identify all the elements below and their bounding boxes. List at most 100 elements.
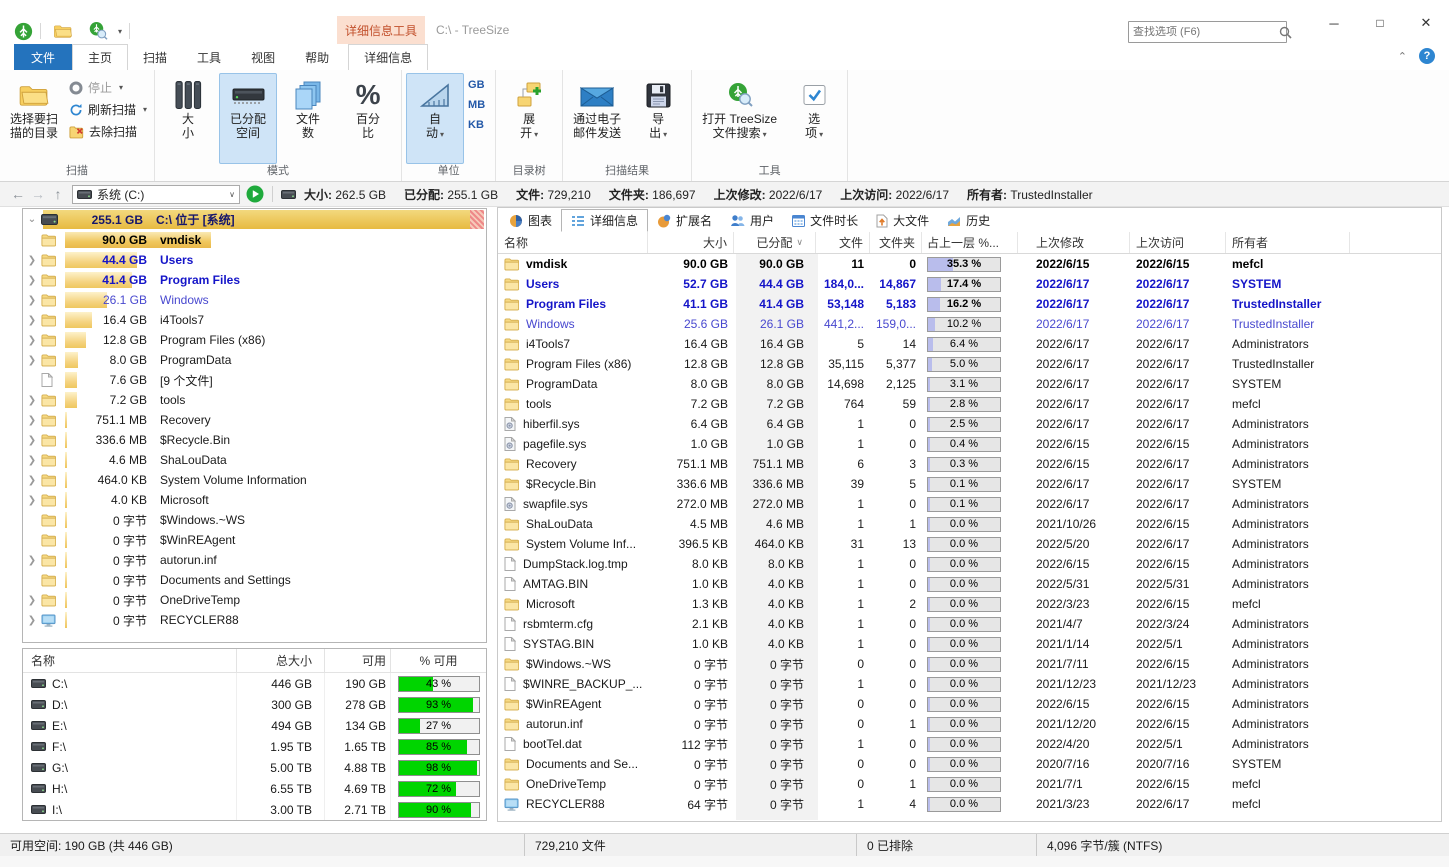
tree-item[interactable]: ❯7.2 GBtools <box>23 390 486 410</box>
ribbon-button-unit-mb[interactable]: MB <box>468 96 485 114</box>
table-row[interactable]: swapfile.sys272.0 MB272.0 MB100.1 %2022/… <box>498 494 1441 514</box>
table-row[interactable]: ProgramData8.0 GB8.0 GB14,6982,1253.1 %2… <box>498 374 1441 394</box>
ribbon-button-file-count-mode[interactable]: 文件数 <box>279 73 337 164</box>
drive-row[interactable]: G:\5.00 TB4.88 TB98 % <box>23 757 486 778</box>
tab-file[interactable]: 文件 <box>14 44 72 70</box>
details-header-5[interactable]: 占上一层 %... <box>922 232 1018 253</box>
tree-item[interactable]: ❯464.0 KBSystem Volume Information <box>23 470 486 490</box>
chevron-down-icon[interactable]: ▾ <box>118 27 122 36</box>
tab-details[interactable]: 详细信息 <box>348 44 428 70</box>
tree-item[interactable]: 90.0 GBvmdisk <box>23 230 486 250</box>
forward-icon[interactable]: → <box>28 186 48 202</box>
tree-item[interactable]: ❯44.4 GBUsers <box>23 250 486 270</box>
drive-row[interactable]: F:\1.95 TB1.65 TB85 % <box>23 736 486 757</box>
expander-icon[interactable]: ❯ <box>23 355 41 366</box>
expander-icon[interactable]: ❯ <box>23 555 41 566</box>
table-row[interactable]: Users52.7 GB44.4 GB184,0...14,86717.4 %2… <box>498 274 1441 294</box>
expander-icon[interactable]: ❯ <box>23 315 41 326</box>
expander-icon[interactable]: ❯ <box>23 395 41 406</box>
details-tab-top-files[interactable]: 大文件 <box>867 209 938 232</box>
tree-item[interactable]: ❯8.0 GBProgramData <box>23 350 486 370</box>
details-header-8[interactable]: 所有者 <box>1226 232 1350 253</box>
drives-header-name[interactable]: 名称 <box>23 652 236 669</box>
expander-icon[interactable]: ❯ <box>23 455 41 466</box>
table-row[interactable]: Windows25.6 GB26.1 GB441,2...159,0...10.… <box>498 314 1441 334</box>
table-row[interactable]: bootTel.dat112 字节0 字节100.0 %2022/4/20202… <box>498 734 1441 754</box>
table-row[interactable]: rsbmterm.cfg2.1 KB4.0 KB100.0 %2021/4/72… <box>498 614 1441 634</box>
back-icon[interactable]: ← <box>8 186 28 202</box>
minimize-button[interactable]: ─ <box>1311 8 1357 38</box>
up-icon[interactable]: ↑ <box>48 186 68 202</box>
expander-icon[interactable]: ❯ <box>23 415 41 426</box>
expander-icon[interactable]: ❯ <box>23 275 41 286</box>
tree-item[interactable]: ❯41.4 GBProgram Files <box>23 270 486 290</box>
table-row[interactable]: autorun.inf0 字节0 字节010.0 %2021/12/202022… <box>498 714 1441 734</box>
tab-help[interactable]: 帮助 <box>290 44 344 70</box>
table-row[interactable]: Documents and Se...0 字节0 字节000.0 %2020/7… <box>498 754 1441 774</box>
drives-header-pct[interactable]: % 可用 <box>390 649 486 672</box>
ribbon-button-auto-unit[interactable]: 自动▾ <box>406 73 464 164</box>
expander-icon[interactable]: ❯ <box>23 495 41 506</box>
tree-item[interactable]: ❯751.1 MBRecovery <box>23 410 486 430</box>
table-row[interactable]: AMTAG.BIN1.0 KB4.0 KB100.0 %2022/5/31202… <box>498 574 1441 594</box>
tree-item[interactable]: ❯26.1 GBWindows <box>23 290 486 310</box>
tree-item[interactable]: ❯12.8 GBProgram Files (x86) <box>23 330 486 350</box>
ribbon-button-percent-mode[interactable]: %百分比 <box>339 73 397 164</box>
drive-row[interactable]: I:\3.00 TB2.71 TB90 % <box>23 799 486 820</box>
table-row[interactable]: $WinREAgent0 字节0 字节000.0 %2022/6/152022/… <box>498 694 1441 714</box>
drives-header-total[interactable]: 总大小 <box>236 649 324 672</box>
table-row[interactable]: DumpStack.log.tmp8.0 KB8.0 KB100.0 %2022… <box>498 554 1441 574</box>
collapse-ribbon-icon[interactable]: ⌃ <box>1398 50 1407 63</box>
details-tab-users[interactable]: 用户 <box>721 209 783 232</box>
tree-item[interactable]: 7.6 GB[9 个文件] <box>23 370 486 390</box>
details-tab-chart[interactable]: 图表 <box>500 209 561 232</box>
table-row[interactable]: hiberfil.sys6.4 GB6.4 GB102.5 %2022/6/17… <box>498 414 1441 434</box>
details-header-3[interactable]: 文件 <box>816 232 870 253</box>
details-header-7[interactable]: 上次访问 <box>1130 232 1226 253</box>
table-row[interactable]: pagefile.sys1.0 GB1.0 GB100.4 %2022/6/15… <box>498 434 1441 454</box>
expander-icon[interactable]: ❯ <box>23 615 41 626</box>
details-tab-details[interactable]: 详细信息 <box>561 209 648 232</box>
ribbon-button-unit-kb[interactable]: KB <box>468 116 485 134</box>
ribbon-button-allocated-mode[interactable]: 已分配空间 <box>219 73 277 164</box>
search-input[interactable] <box>1129 26 1279 38</box>
table-row[interactable]: SYSTAG.BIN1.0 KB4.0 KB100.0 %2021/1/1420… <box>498 634 1441 654</box>
tree-item[interactable]: ❯16.4 GBi4Tools7 <box>23 310 486 330</box>
details-header-6[interactable]: 上次修改 <box>1018 232 1130 253</box>
table-row[interactable]: Program Files (x86)12.8 GB12.8 GB35,1155… <box>498 354 1441 374</box>
table-row[interactable]: Recovery751.1 MB751.1 MB630.3 %2022/6/15… <box>498 454 1441 474</box>
treesize-logo-icon[interactable] <box>14 22 33 41</box>
treesize-search-icon[interactable] <box>88 21 108 41</box>
table-row[interactable]: tools7.2 GB7.2 GB764592.8 %2022/6/172022… <box>498 394 1441 414</box>
ribbon-button-export[interactable]: 导出▾ <box>629 73 687 164</box>
drive-row[interactable]: E:\494 GB134 GB27 % <box>23 715 486 736</box>
table-row[interactable]: RECYCLER8864 字节0 字节140.0 %2021/3/232022/… <box>498 794 1441 814</box>
table-row[interactable]: Program Files41.1 GB41.4 GB53,1485,18316… <box>498 294 1441 314</box>
table-row[interactable]: i4Tools716.4 GB16.4 GB5146.4 %2022/6/172… <box>498 334 1441 354</box>
drive-row[interactable]: D:\300 GB278 GB93 % <box>23 694 486 715</box>
tree-root-row[interactable]: ⌄255.1 GBC:\ 位于 [系统] <box>23 209 486 230</box>
tree-item[interactable]: 0 字节Documents and Settings <box>23 570 486 590</box>
tab-view[interactable]: 视图 <box>236 44 290 70</box>
table-row[interactable]: System Volume Inf...396.5 KB464.0 KB3113… <box>498 534 1441 554</box>
expander-icon[interactable]: ❯ <box>23 435 41 446</box>
table-row[interactable]: $Windows.~WS0 字节0 字节000.0 %2021/7/112022… <box>498 654 1441 674</box>
ribbon-button-refresh-scan[interactable]: 刷新扫描▾ <box>66 100 150 119</box>
ribbon-button-expand-tree[interactable]: 展开▾ <box>500 73 558 164</box>
expander-icon[interactable]: ❯ <box>23 255 41 266</box>
tree-item[interactable]: ❯0 字节RECYCLER88 <box>23 610 486 630</box>
tab-home[interactable]: 主页 <box>72 44 128 70</box>
expander-icon[interactable]: ❯ <box>23 295 41 306</box>
ribbon-button-unit-gb[interactable]: GB <box>468 76 485 94</box>
tree-item[interactable]: ❯4.6 MBShaLouData <box>23 450 486 470</box>
drive-row[interactable]: H:\6.55 TB4.69 TB72 % <box>23 778 486 799</box>
details-tab-history[interactable]: 历史 <box>938 209 999 232</box>
tree-item[interactable]: ❯0 字节autorun.inf <box>23 550 486 570</box>
table-row[interactable]: Microsoft1.3 KB4.0 KB120.0 %2022/3/23202… <box>498 594 1441 614</box>
ribbon-button-stop[interactable]: 停止▾ <box>66 78 150 97</box>
table-row[interactable]: vmdisk90.0 GB90.0 GB11035.3 %2022/6/1520… <box>498 254 1441 274</box>
drive-row[interactable]: C:\446 GB190 GB43 % <box>23 673 486 694</box>
tree-item[interactable]: ❯0 字节OneDriveTemp <box>23 590 486 610</box>
table-row[interactable]: ShaLouData4.5 MB4.6 MB110.0 %2021/10/262… <box>498 514 1441 534</box>
details-header-1[interactable]: 大小 <box>648 232 734 253</box>
